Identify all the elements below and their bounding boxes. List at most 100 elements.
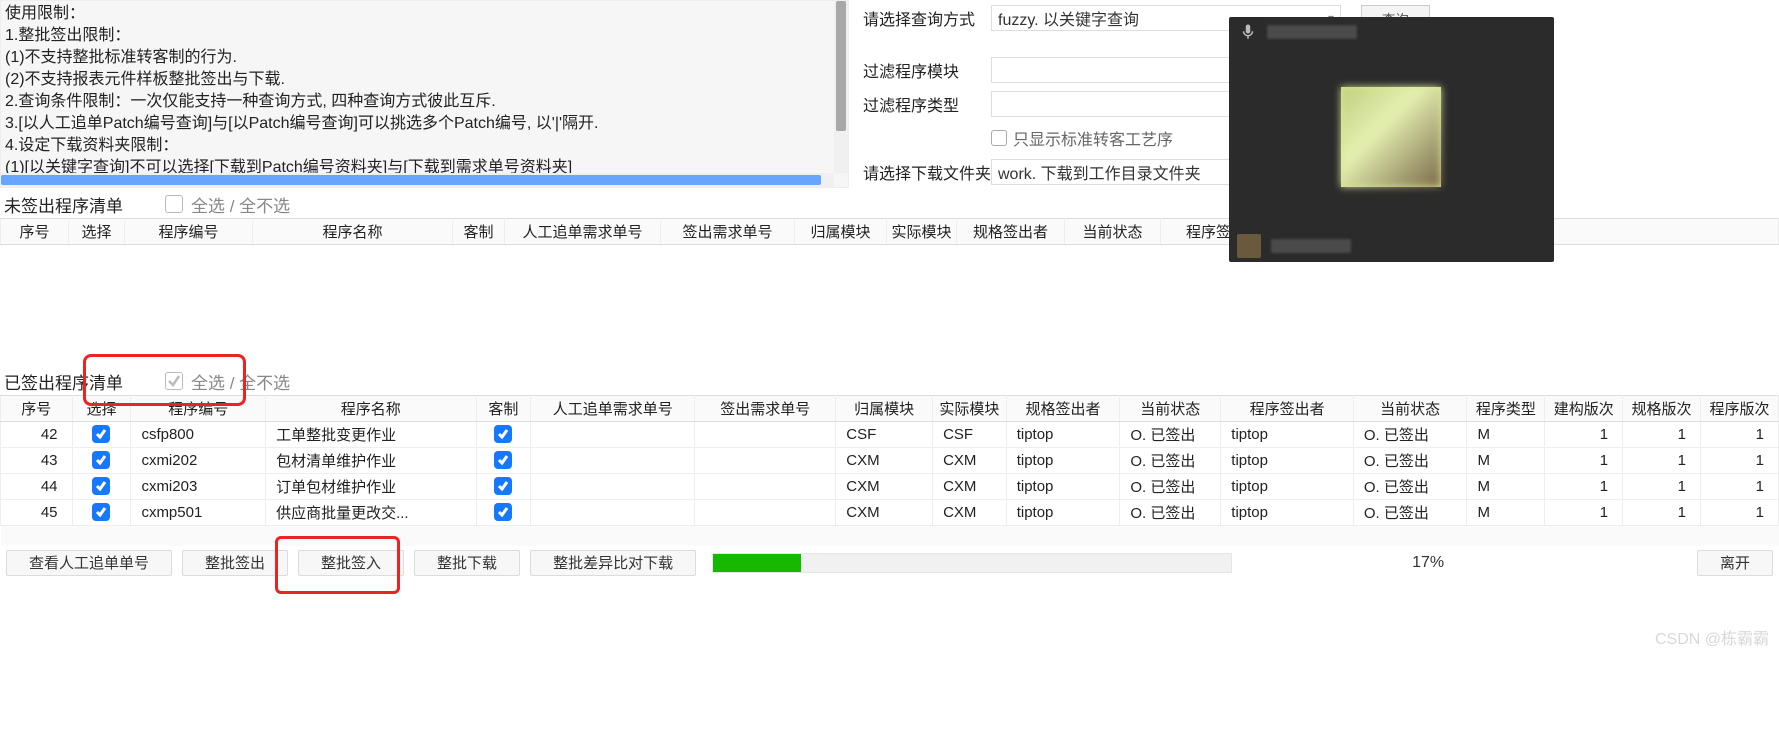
col-program-name[interactable]: 程序名称 [266,396,476,422]
table-row[interactable]: 44cxmi203订单包材维护作业CXMCXMtiptopO. 已签出tipto… [1,474,1779,500]
voice-overlay-widget [1229,17,1554,262]
cell-om: CXM [836,500,933,526]
cell-ss: tiptop [1006,422,1120,448]
col-manual-track[interactable]: 人工追单需求单号 [505,219,661,245]
col-custom[interactable]: 客制 [453,219,505,245]
cell-ss: tiptop [1006,474,1120,500]
cell-coreq [695,500,836,526]
col-status[interactable]: 当前状态 [1065,219,1161,245]
cell-pv: 1 [1700,474,1778,500]
batch-checkin-button[interactable]: 整批签入 [298,550,404,576]
cell-am: CXM [933,474,1007,500]
col-actual-module[interactable]: 实际模块 [887,219,957,245]
type-filter-label: 过滤程序类型 [863,92,991,116]
std-only-checkbox[interactable] [991,130,1007,146]
table-row[interactable]: 45cxmp501供应商批量更改交...CXMCXMtiptopO. 已签出ti… [1,500,1779,526]
cell-pv: 1 [1700,422,1778,448]
cell-seq: 44 [1,474,73,500]
row-checkbox[interactable] [92,503,110,521]
cell-custom[interactable] [476,422,531,448]
blurred-avatar [1341,87,1441,187]
rules-line: (1)[以关键字查询]不可以选择[下载到Patch编号资料夹]与[下载到需求单号… [5,157,848,173]
rules-line: (1)不支持整批标准转客制的行为. [5,47,848,69]
cell-mtrack [531,448,695,474]
col-manual-track[interactable]: 人工追单需求单号 [531,396,695,422]
col-actual-module[interactable]: 实际模块 [933,396,1007,422]
row-checkbox[interactable] [92,425,110,443]
col-build-ver[interactable]: 建构版次 [1545,396,1623,422]
rules-line: 4.设定下载资料夹限制： [5,135,848,157]
query-mode-label: 请选择查询方式 [863,6,991,30]
cell-code: cxmp501 [131,500,266,526]
cell-am: CSF [933,422,1007,448]
col-select[interactable]: 选择 [69,219,125,245]
row-checkbox[interactable] [92,451,110,469]
cell-select[interactable] [72,422,131,448]
cell-custom[interactable] [476,474,531,500]
col-spec-ver[interactable]: 规格版次 [1623,396,1701,422]
table-row[interactable]: 43cxmi202包材清单维护作业CXMCXMtiptopO. 已签出tipto… [1,448,1779,474]
cell-select[interactable] [72,500,131,526]
rules-line: 1.整批签出限制： [5,25,848,47]
row-checkbox[interactable] [494,477,512,495]
batch-download-button[interactable]: 整批下载 [414,550,520,576]
cell-ptype: M [1467,500,1545,526]
watermark: CSDN @栋霸霸 [1655,625,1769,649]
col-spec-signer[interactable]: 规格签出者 [1006,396,1120,422]
col-checkout-req[interactable]: 签出需求单号 [695,396,836,422]
blurred-text [1271,239,1351,253]
col-program-name[interactable]: 程序名称 [253,219,453,245]
col-belong-module[interactable]: 归属模块 [795,219,887,245]
cell-custom[interactable] [476,448,531,474]
select-all-label: 全选 / 全不选 [191,369,290,394]
row-checkbox[interactable] [494,503,512,521]
cell-seq: 43 [1,448,73,474]
vertical-scrollbar[interactable] [834,1,848,173]
row-checkbox[interactable] [494,425,512,443]
cell-mtrack [531,474,695,500]
col-checkout-req[interactable]: 签出需求单号 [661,219,795,245]
exit-button[interactable]: 离开 [1697,550,1773,576]
cell-om: CXM [836,474,933,500]
col-spec-signer[interactable]: 规格签出者 [957,219,1065,245]
checked-programs-table: 序号 选择 程序编号 程序名称 客制 人工追单需求单号 签出需求单号 归属模块 … [0,395,1779,546]
cell-name: 包材清单维护作业 [266,448,476,474]
col-belong-module[interactable]: 归属模块 [836,396,933,422]
cell-ps: tiptop [1221,448,1354,474]
cell-name: 供应商批量更改交... [266,500,476,526]
col-custom[interactable]: 客制 [476,396,531,422]
horizontal-scrollbar[interactable] [1,173,834,187]
col-seq[interactable]: 序号 [1,219,69,245]
batch-diff-download-button[interactable]: 整批差异比对下载 [530,550,696,576]
view-track-button[interactable]: 查看人工追单单号 [6,550,172,576]
col-program-code[interactable]: 程序编号 [125,219,253,245]
col-status[interactable]: 当前状态 [1120,396,1221,422]
row-checkbox[interactable] [494,451,512,469]
rules-line: 2.查询条件限制：一次仅能支持一种查询方式, 四种查询方式彼此互斥. [5,91,848,113]
download-folder-select[interactable]: work. 下载到工作目录文件夹 [991,159,1251,185]
cell-select[interactable] [72,448,131,474]
table-row[interactable]: 42csfp800工单整批变更作业CSFCSFtiptopO. 已签出tipto… [1,422,1779,448]
cell-pv: 1 [1700,448,1778,474]
select-all-checkbox-bottom[interactable] [165,372,183,390]
microphone-icon [1239,23,1257,41]
select-all-checkbox-top[interactable] [165,195,183,213]
checked-list-header: 已签出程序清单 全选 / 全不选 [0,365,1779,395]
col-prog-ver[interactable]: 程序版次 [1700,396,1778,422]
cell-st2: O. 已签出 [1353,448,1467,474]
col-prog-signer[interactable]: 程序签出者 [1221,396,1354,422]
cell-bv: 1 [1545,448,1623,474]
row-checkbox[interactable] [92,477,110,495]
col-status2[interactable]: 当前状态 [1353,396,1467,422]
col-program-code[interactable]: 程序编号 [131,396,266,422]
cell-custom[interactable] [476,500,531,526]
cell-st: O. 已签出 [1120,474,1221,500]
cell-sv: 1 [1623,500,1701,526]
unchecked-list-title: 未签出程序清单 [4,192,123,217]
cell-select[interactable] [72,474,131,500]
col-select[interactable]: 选择 [72,396,131,422]
cell-code: cxmi202 [131,448,266,474]
col-seq[interactable]: 序号 [1,396,73,422]
batch-checkout-button[interactable]: 整批签出 [182,550,288,576]
col-prog-type[interactable]: 程序类型 [1467,396,1545,422]
